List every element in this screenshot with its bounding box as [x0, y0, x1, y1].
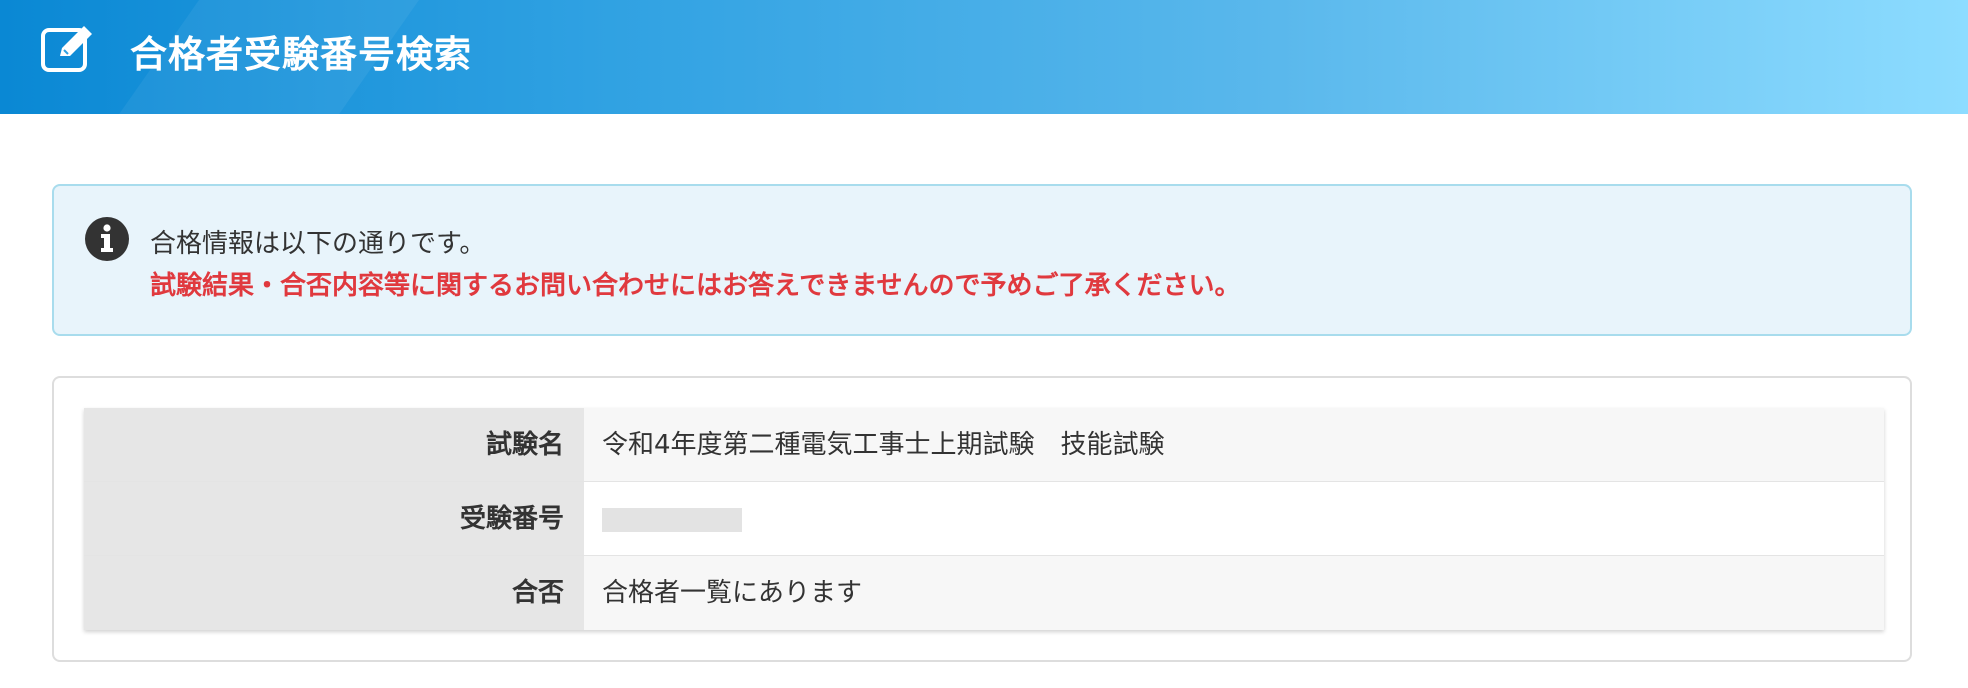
row-label: 試験名 — [84, 408, 584, 481]
result-panel: 試験名 令和4年度第二種電気工事士上期試験 技能試験 受験番号 合否 合格者一覧… — [52, 376, 1912, 662]
info-alert: 合格情報は以下の通りです。 試験結果・合否内容等に関するお問い合わせにはお答えで… — [52, 184, 1912, 336]
alert-warning: 試験結果・合否内容等に関するお問い合わせにはお答えできませんので予めご了承くださ… — [150, 271, 1241, 301]
page-header: 合格者受験番号検索 — [0, 0, 1968, 114]
table-row-result: 合否 合格者一覧にあります — [84, 556, 1884, 630]
redacted-exam-number — [602, 507, 742, 532]
row-value — [584, 482, 1884, 555]
info-icon — [85, 217, 129, 261]
edit-icon — [41, 26, 92, 72]
row-label: 受験番号 — [84, 482, 584, 555]
result-table: 試験名 令和4年度第二種電気工事士上期試験 技能試験 受験番号 合否 合格者一覧… — [84, 408, 1884, 630]
page-title: 合格者受験番号検索 — [130, 33, 472, 76]
row-value: 合格者一覧にあります — [584, 556, 1884, 630]
row-label: 合否 — [84, 556, 584, 630]
alert-message: 合格情報は以下の通りです。 — [150, 229, 486, 259]
table-row-exam-number: 受験番号 — [84, 482, 1884, 556]
table-row-exam-name: 試験名 令和4年度第二種電気工事士上期試験 技能試験 — [84, 408, 1884, 482]
row-value: 令和4年度第二種電気工事士上期試験 技能試験 — [584, 408, 1884, 481]
